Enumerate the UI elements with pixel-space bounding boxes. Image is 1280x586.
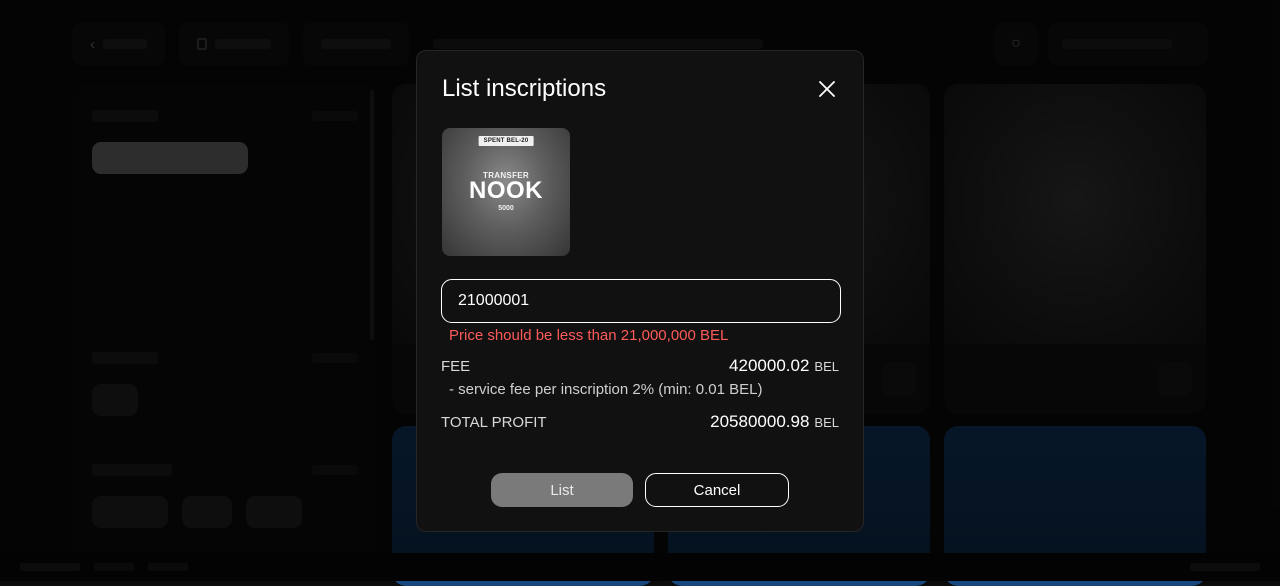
- list-inscriptions-dialog: List inscriptions SPENT BEL-20 TRANSFER …: [416, 50, 864, 532]
- dialog-title: List inscriptions: [442, 75, 607, 102]
- total-profit-label: TOTAL PROFIT: [441, 414, 547, 431]
- close-icon: [819, 81, 835, 97]
- list-button[interactable]: List: [491, 473, 633, 507]
- fee-note: - service fee per inscription 2% (min: 0…: [449, 381, 763, 398]
- total-profit-value: 20580000.98: [710, 412, 810, 431]
- fee-currency: BEL: [814, 359, 839, 374]
- total-profit-currency: BEL: [814, 415, 839, 430]
- inscription-thumbnail: SPENT BEL-20 TRANSFER NOOK 5000: [442, 128, 570, 256]
- close-button[interactable]: [815, 77, 839, 101]
- price-input[interactable]: [441, 279, 841, 323]
- thumbnail-amount: 5000: [498, 205, 514, 212]
- total-profit-row: TOTAL PROFIT 20580000.98 BEL: [441, 412, 839, 432]
- cancel-button[interactable]: Cancel: [645, 473, 789, 507]
- thumbnail-tag: SPENT BEL-20: [478, 136, 534, 146]
- fee-row: FEE 420000.02 BEL: [441, 356, 839, 376]
- fee-label: FEE: [441, 358, 471, 375]
- fee-value: 420000.02: [729, 356, 810, 375]
- price-error-message: Price should be less than 21,000,000 BEL: [449, 327, 729, 344]
- thumbnail-ticker: NOOK: [469, 177, 543, 204]
